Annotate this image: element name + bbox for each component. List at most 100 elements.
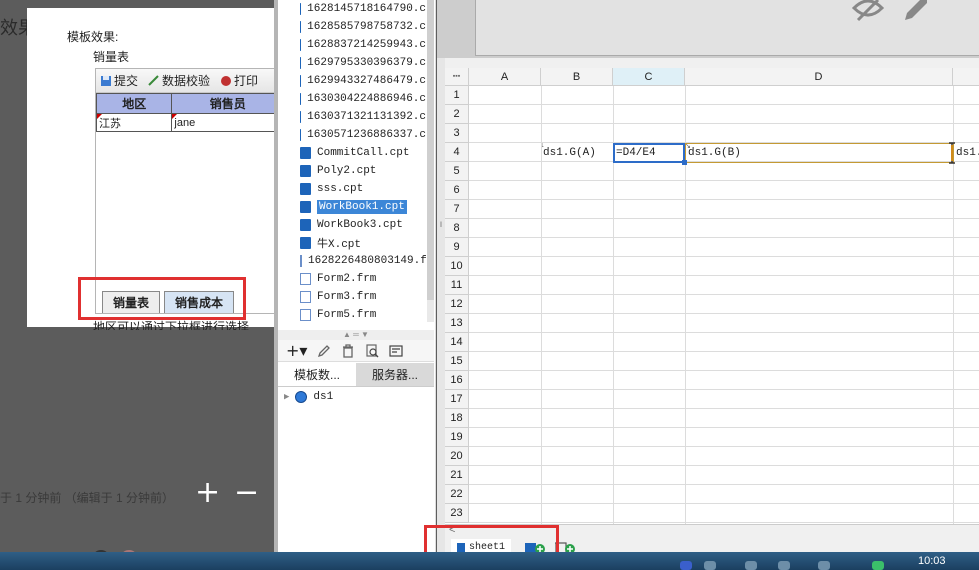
row-header[interactable]: 23 bbox=[445, 504, 469, 523]
template-file-panel: 1628145718164790.c 1628585798758732.c 1628… bbox=[278, 0, 436, 552]
row-header[interactable]: 18 bbox=[445, 409, 469, 428]
row-header[interactable]: 4 bbox=[445, 143, 469, 162]
cell-c4[interactable]: =D4/E4 bbox=[616, 144, 656, 163]
text-cursor-icon bbox=[949, 142, 955, 164]
grid-line bbox=[469, 408, 979, 409]
panel-splitter[interactable]: ▲ ═ ▼ bbox=[278, 330, 434, 340]
grid-line bbox=[469, 446, 979, 447]
search-icon[interactable] bbox=[365, 343, 379, 358]
tray-icon[interactable] bbox=[778, 561, 790, 570]
row-header[interactable]: 8 bbox=[445, 219, 469, 238]
file-item[interactable]: 牛X.cpt bbox=[278, 234, 426, 252]
spreadsheet-grid[interactable]: ▪▪▪ A B C D 1 2 3 4 5 6 7 8 9 10 11 12 13 14 15 16 17 18 1… bbox=[445, 68, 979, 524]
row-header[interactable]: 15 bbox=[445, 352, 469, 371]
file-item[interactable]: 1628226480803149.f bbox=[278, 252, 426, 270]
tray-icon[interactable] bbox=[704, 561, 716, 570]
add-icon[interactable]: +▾ bbox=[286, 342, 307, 358]
column-header-e[interactable] bbox=[953, 68, 979, 86]
row-header[interactable]: 17 bbox=[445, 390, 469, 409]
tray-icon[interactable] bbox=[872, 561, 884, 570]
row-header[interactable]: 1 bbox=[445, 86, 469, 105]
file-name: 1629795330396379.c bbox=[307, 57, 426, 69]
file-item[interactable]: 1628585798758732.c bbox=[278, 18, 426, 36]
table-header: 销售员 bbox=[171, 93, 275, 114]
report-file-icon bbox=[300, 39, 302, 51]
file-item[interactable]: 1628145718164790.c bbox=[278, 0, 426, 18]
tray-icon[interactable] bbox=[745, 561, 757, 570]
row-header[interactable]: 11 bbox=[445, 276, 469, 295]
file-item[interactable]: sss.cpt bbox=[278, 180, 426, 198]
tab-server[interactable]: 服务器... bbox=[356, 363, 434, 386]
report-file-icon bbox=[300, 93, 302, 105]
row-header[interactable]: 3 bbox=[445, 124, 469, 143]
row-header[interactable]: 19 bbox=[445, 428, 469, 447]
file-list-scrollbar[interactable] bbox=[427, 0, 434, 322]
tab-template-data[interactable]: 模板数... bbox=[278, 363, 356, 386]
scrollbar-thumb[interactable] bbox=[427, 0, 434, 300]
file-item[interactable]: Form3.frm bbox=[278, 288, 426, 306]
file-name: 1628226480803149.f bbox=[308, 255, 426, 267]
column-header-a[interactable]: A bbox=[469, 68, 541, 86]
row-header[interactable]: 21 bbox=[445, 466, 469, 485]
file-item[interactable]: WorkBook3.cpt bbox=[278, 216, 426, 234]
edit-icon[interactable] bbox=[317, 344, 331, 358]
row-header[interactable]: 20 bbox=[445, 447, 469, 466]
grid-line bbox=[469, 427, 979, 428]
report-file-icon bbox=[300, 147, 311, 159]
row-header[interactable]: 22 bbox=[445, 485, 469, 504]
row-header[interactable]: 10 bbox=[445, 257, 469, 276]
report-file-icon bbox=[300, 57, 302, 69]
file-name: 1628585798758732.c bbox=[307, 21, 426, 33]
file-list: 1628145718164790.c 1628585798758732.c 1628… bbox=[278, 0, 426, 322]
file-item[interactable]: 1629795330396379.c bbox=[278, 54, 426, 72]
panel-tabs: 模板数... 服务器... bbox=[278, 363, 434, 387]
row-header[interactable]: 16 bbox=[445, 371, 469, 390]
taskbar-clock[interactable]: 10:03 bbox=[918, 555, 946, 567]
locate-icon[interactable] bbox=[389, 344, 404, 358]
row-header[interactable]: 14 bbox=[445, 333, 469, 352]
zoom-out-button[interactable]: − bbox=[234, 478, 259, 508]
tray-icon[interactable] bbox=[818, 561, 830, 570]
row-header[interactable]: 9 bbox=[445, 238, 469, 257]
file-item[interactable]: WorkBook1.cpt bbox=[278, 198, 426, 216]
fill-handle[interactable] bbox=[682, 160, 687, 165]
cell-e4[interactable]: ds1. bbox=[956, 144, 979, 163]
row-header[interactable]: 6 bbox=[445, 181, 469, 200]
form-file-icon bbox=[300, 309, 311, 321]
file-name: 1630571236886337.c bbox=[307, 129, 426, 141]
delete-icon[interactable] bbox=[341, 343, 355, 358]
file-item[interactable]: Form2.frm bbox=[278, 270, 426, 288]
row-header[interactable]: 2 bbox=[445, 105, 469, 124]
file-item[interactable]: CommitCall.cpt bbox=[278, 144, 426, 162]
row-header[interactable]: 7 bbox=[445, 200, 469, 219]
tray-icon[interactable] bbox=[680, 561, 692, 570]
file-name: WorkBook1.cpt bbox=[317, 200, 407, 214]
grid-line bbox=[469, 237, 979, 238]
pencil-icon[interactable] bbox=[902, 0, 928, 22]
row-header[interactable]: 13 bbox=[445, 314, 469, 333]
file-item[interactable]: 1630571236886337.c bbox=[278, 126, 426, 144]
file-item[interactable]: 1629943327486479.c bbox=[278, 72, 426, 90]
column-header-d[interactable]: D bbox=[685, 68, 953, 86]
select-all-corner[interactable]: ▪▪▪ bbox=[445, 68, 469, 86]
file-item[interactable]: 1630304224886946.c bbox=[278, 90, 426, 108]
file-name: WorkBook3.cpt bbox=[317, 219, 403, 231]
row-header[interactable]: 5 bbox=[445, 162, 469, 181]
grid-top-bar bbox=[445, 58, 979, 68]
validate-icon bbox=[148, 75, 159, 86]
column-header-c[interactable]: C bbox=[613, 68, 685, 86]
expand-arrow-icon[interactable]: ▶ bbox=[284, 392, 289, 402]
row-header[interactable]: 12 bbox=[445, 295, 469, 314]
hide-eye-icon[interactable] bbox=[852, 0, 884, 22]
cell-b4[interactable]: ds1.G(A) bbox=[543, 144, 596, 163]
column-header-b[interactable]: B bbox=[541, 68, 613, 86]
splitter[interactable]: ‖ bbox=[437, 58, 445, 552]
file-item[interactable]: 1630371321131392.c bbox=[278, 108, 426, 126]
zoom-in-button[interactable]: + bbox=[195, 478, 220, 508]
file-item[interactable]: Form5.frm bbox=[278, 306, 426, 322]
dataset-item[interactable]: ▶ ds1 bbox=[284, 388, 333, 406]
file-item[interactable]: 1628837214259943.c bbox=[278, 36, 426, 54]
print-button: 打印 bbox=[220, 72, 258, 89]
cell-d4[interactable]: ds1.G(B) bbox=[688, 144, 741, 163]
file-item[interactable]: Poly2.cpt bbox=[278, 162, 426, 180]
